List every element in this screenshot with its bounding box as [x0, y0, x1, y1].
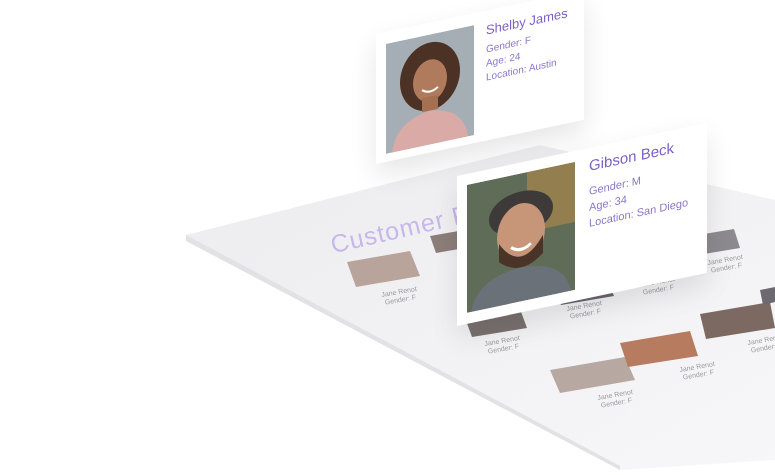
scene: Customer R Jane Renot Gender: F Jane Ren… — [0, 0, 775, 475]
avatar — [467, 161, 575, 313]
profile-name: Gibson Beck — [589, 139, 675, 175]
avatar — [386, 25, 474, 154]
profile-gender: Gender: F — [486, 35, 532, 56]
portrait-icon — [386, 25, 474, 154]
profile-name: Shelby James — [486, 5, 568, 38]
portrait-icon — [467, 161, 575, 313]
profile-gender: Gender: M — [589, 174, 641, 198]
